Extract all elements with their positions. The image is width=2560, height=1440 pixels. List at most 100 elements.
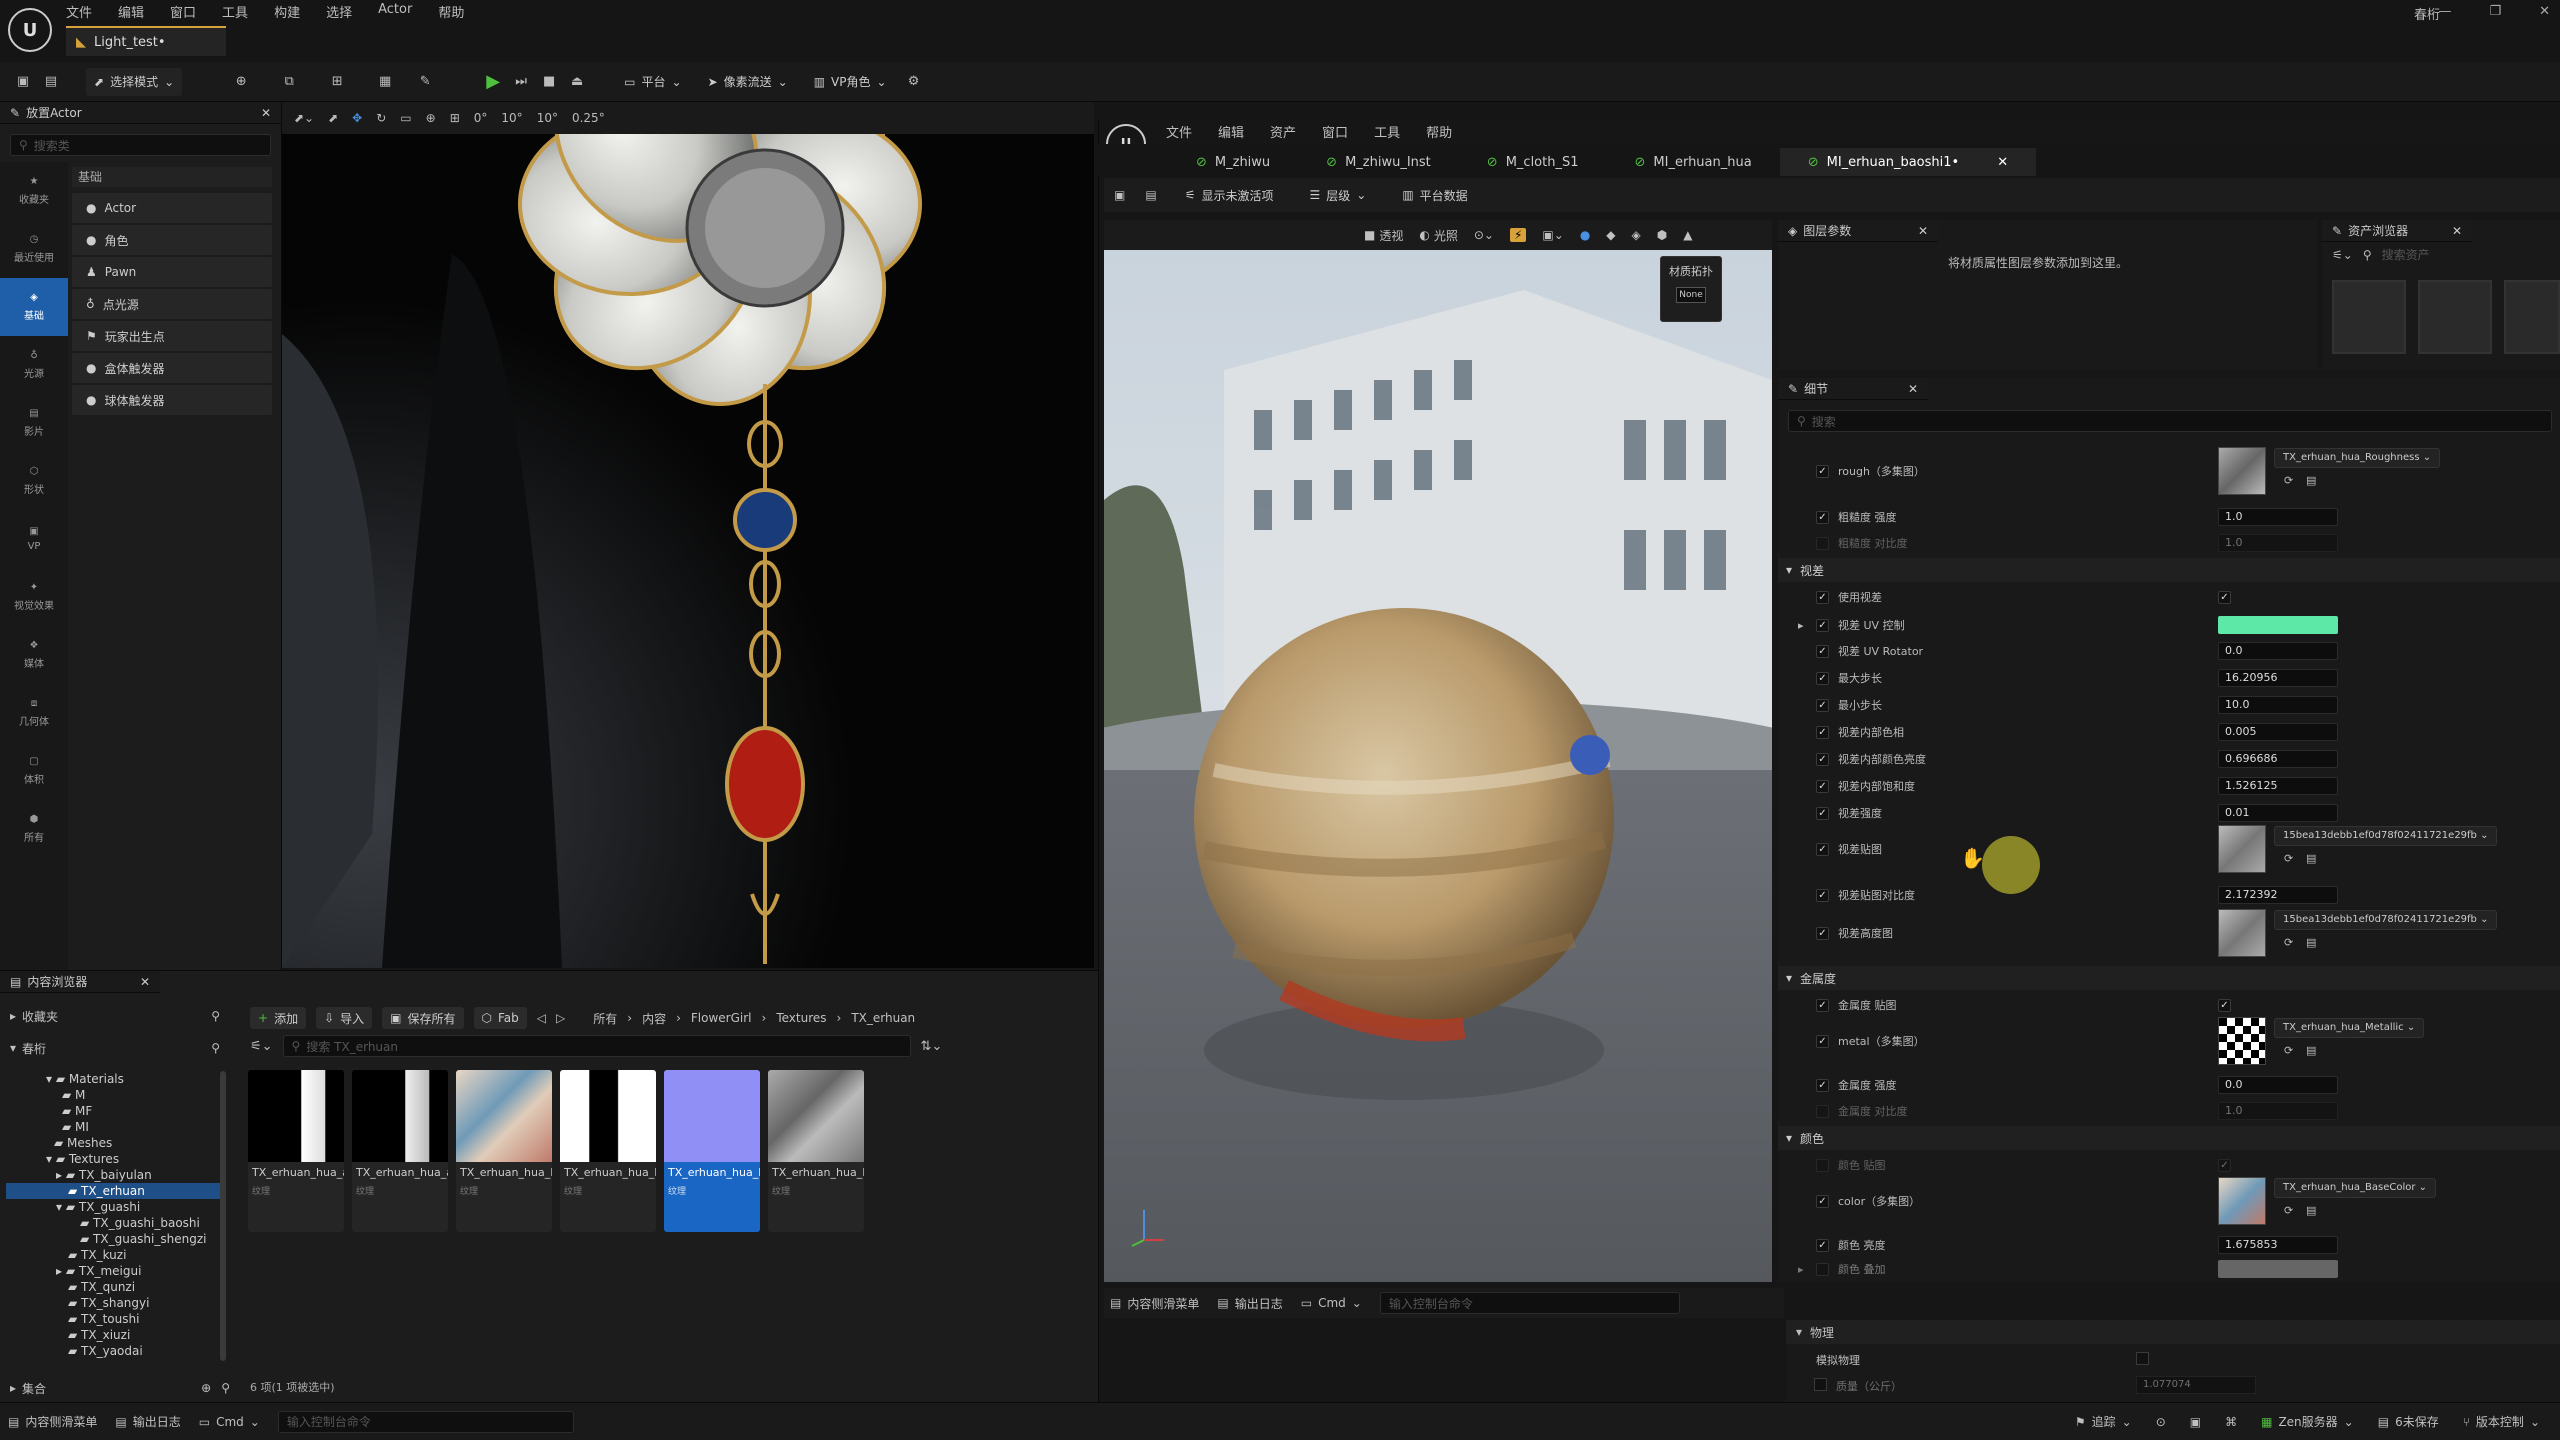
stop-icon[interactable]: ■ bbox=[540, 73, 558, 91]
save-icon[interactable]: ▣ bbox=[1114, 188, 1125, 202]
close-icon[interactable]: ✕ bbox=[1997, 155, 2008, 170]
console-input[interactable]: 输入控制台命令 bbox=[277, 1410, 574, 1433]
texture-thumbnail[interactable] bbox=[2218, 909, 2266, 957]
menu-file[interactable]: 文件 bbox=[1166, 122, 1192, 141]
project-row[interactable]: ▾ 春桁 ⚲ bbox=[10, 1037, 220, 1059]
sort-icon[interactable]: ⇅⌄ bbox=[921, 1039, 943, 1054]
override-checkbox[interactable]: ✓ bbox=[1816, 1238, 1829, 1252]
texture-dropdown[interactable]: TX_erhuan_hua_Metallic ⌄ bbox=[2274, 1018, 2425, 1038]
eject-icon[interactable]: ⏏ bbox=[568, 73, 586, 91]
tree-item[interactable]: ▾ ▰ Textures bbox=[6, 1151, 226, 1167]
asset-tile[interactable]: TX_erhuan_hua_aniso_L 纹理 bbox=[352, 1070, 448, 1232]
asset-tile[interactable]: TX_erhuan_hua_Roughness 纹理 bbox=[768, 1070, 864, 1232]
sphere-icon[interactable]: ● bbox=[1580, 228, 1590, 242]
world-icon[interactable]: ⊕ bbox=[426, 111, 436, 125]
value-field[interactable]: 1.675853 bbox=[2218, 1236, 2338, 1254]
screenshot-icon[interactable]: ▣ bbox=[2190, 1415, 2201, 1429]
category-geometry[interactable]: ⧈ 几何体 bbox=[0, 684, 68, 742]
console-input[interactable]: 输入控制台命令 bbox=[1379, 1292, 1680, 1314]
translate-icon[interactable]: ✥ bbox=[352, 111, 362, 125]
tree-item[interactable]: ▰ Meshes bbox=[6, 1135, 226, 1151]
settings-icon[interactable]: ⚙ bbox=[905, 73, 923, 91]
tree-item-selected[interactable]: ▰ TX_erhuan bbox=[6, 1183, 226, 1199]
breadcrumb-item[interactable]: 内容 bbox=[642, 1010, 666, 1027]
add-actor-icon[interactable]: ⊕ bbox=[232, 73, 250, 91]
value-field[interactable]: 0.0 bbox=[2218, 1076, 2338, 1094]
breadcrumb-item[interactable]: TX_erhuan bbox=[851, 1011, 915, 1025]
asset-thumb[interactable] bbox=[2332, 280, 2406, 354]
filter-icon[interactable]: ⚟⌄ bbox=[2332, 248, 2353, 262]
output-log-button[interactable]: ▤ 输出日志 bbox=[1217, 1295, 1282, 1312]
override-checkbox[interactable] bbox=[1816, 1158, 1829, 1172]
category-shapes[interactable]: ⬡ 形状 bbox=[0, 452, 68, 510]
chevron-right-icon[interactable]: ▸ bbox=[1798, 619, 1804, 632]
color-swatch[interactable] bbox=[2218, 616, 2338, 634]
menu-window[interactable]: 窗口 bbox=[1322, 122, 1348, 141]
texture-dropdown[interactable]: TX_erhuan_hua_Roughness ⌄ bbox=[2274, 448, 2441, 468]
tree-item[interactable]: ▰ MF bbox=[6, 1103, 226, 1119]
override-checkbox[interactable]: ✓ bbox=[1816, 779, 1829, 793]
history-forward-icon[interactable]: ▷ bbox=[556, 1011, 565, 1025]
override-checkbox[interactable]: ✓ bbox=[1816, 1078, 1829, 1092]
asset-tile[interactable]: TX_erhuan_hua_BaseColor 纹理 bbox=[456, 1070, 552, 1232]
reset-icon[interactable]: ⟳ bbox=[2284, 474, 2293, 487]
value-field[interactable]: 0.005 bbox=[2218, 723, 2338, 741]
scale-snap-value[interactable]: 0.25° bbox=[572, 111, 605, 125]
asset-tile[interactable]: TX_erhuan_hua_Metallic 纹理 bbox=[560, 1070, 656, 1232]
search-icon[interactable]: ⚲ bbox=[211, 1041, 220, 1055]
close-icon[interactable]: ✕ bbox=[1908, 382, 1918, 396]
zen-server-button[interactable]: ▦ Zen服务器 ⌄ bbox=[2261, 1413, 2354, 1430]
step-icon[interactable]: ⏭ bbox=[512, 73, 530, 91]
override-checkbox[interactable]: ✓ bbox=[1816, 998, 1829, 1012]
history-back-icon[interactable]: ◁ bbox=[537, 1011, 546, 1025]
output-log-button[interactable]: ▤ 输出日志 bbox=[115, 1413, 180, 1430]
mass-value[interactable]: 1.077074 bbox=[2136, 1376, 2256, 1394]
override-checkbox[interactable]: ✓ bbox=[1816, 644, 1829, 658]
override-checkbox[interactable]: ✓ bbox=[1816, 1194, 1829, 1208]
tree-item[interactable]: ▰ TX_yaodai bbox=[6, 1343, 226, 1359]
breadcrumb-item[interactable]: FlowerGirl bbox=[691, 1011, 752, 1025]
texture-thumbnail[interactable] bbox=[2218, 1017, 2266, 1065]
tab-m-cloth[interactable]: ⊘ M_cloth_S1 bbox=[1459, 148, 1607, 176]
pixel-stream-button[interactable]: ➤ 像素流送 ⌄ bbox=[700, 68, 796, 96]
level-viewport[interactable] bbox=[282, 134, 1094, 968]
close-icon[interactable]: ✕ bbox=[1918, 224, 1928, 238]
angle-snap-value[interactable]: 0° bbox=[474, 111, 488, 125]
tree-item[interactable]: ▰ TX_shangyi bbox=[6, 1295, 226, 1311]
override-checkbox[interactable]: ✓ bbox=[1816, 464, 1829, 478]
tree-item[interactable]: ▰ TX_qunzi bbox=[6, 1279, 226, 1295]
category-basic[interactable]: ◈ 基础 bbox=[0, 278, 68, 336]
vp-role-button[interactable]: ▥ VP角色 ⌄ bbox=[806, 68, 895, 96]
actor-search-input[interactable]: ⚲ 搜索类 bbox=[10, 134, 271, 156]
lit-button[interactable]: ◐ 光照 bbox=[1419, 227, 1458, 244]
color-swatch[interactable] bbox=[2218, 1260, 2338, 1278]
collections-row[interactable]: ▸ 集合 ⊕ ⚲ bbox=[10, 1377, 230, 1399]
mesh-icon[interactable]: ▲ bbox=[1683, 228, 1692, 242]
minimize-icon[interactable]: — bbox=[2438, 4, 2451, 19]
category-vfx[interactable]: ✦ 视觉效果 bbox=[0, 568, 68, 626]
reset-icon[interactable]: ⟳ bbox=[2284, 1044, 2293, 1057]
section-physics[interactable]: ▾ 物理 bbox=[1786, 1320, 2560, 1344]
close-icon[interactable]: ✕ bbox=[2539, 4, 2550, 19]
value-field[interactable]: 2.172392 bbox=[2218, 886, 2338, 904]
override-checkbox[interactable] bbox=[1816, 1104, 1829, 1118]
category-cinematic[interactable]: ▤ 影片 bbox=[0, 394, 68, 452]
material-preview-viewport[interactable]: 材质拓扑 None bbox=[1104, 250, 1772, 1282]
breadcrumb-item[interactable]: 所有 bbox=[593, 1010, 617, 1027]
content-icon[interactable]: ▤ bbox=[42, 73, 60, 91]
override-checkbox[interactable]: ✓ bbox=[1816, 806, 1829, 820]
show-icon[interactable]: ⊙⌄ bbox=[1474, 228, 1494, 242]
value-field[interactable]: 1.0 bbox=[2218, 534, 2338, 552]
tree-item[interactable]: ▰ MI bbox=[6, 1119, 226, 1135]
topology-overlay[interactable]: 材质拓扑 None bbox=[1660, 256, 1722, 322]
override-checkbox[interactable] bbox=[1816, 1262, 1829, 1276]
hierarchy-button[interactable]: ☰ 层级 ⌄ bbox=[1301, 181, 1374, 209]
tree-item[interactable]: ▸ ▰ TX_baiyulan bbox=[6, 1167, 226, 1183]
platform-button[interactable]: ▭ 平台 ⌄ bbox=[616, 68, 689, 96]
reset-icon[interactable]: ⟳ bbox=[2284, 936, 2293, 949]
category-recent[interactable]: ◷ 最近使用 bbox=[0, 220, 68, 278]
texture-thumbnail[interactable] bbox=[2218, 825, 2266, 873]
override-checkbox[interactable]: ✓ bbox=[1816, 590, 1829, 604]
browse-icon[interactable]: ▤ bbox=[2306, 852, 2316, 865]
category-lights[interactable]: ♁ 光源 bbox=[0, 336, 68, 394]
